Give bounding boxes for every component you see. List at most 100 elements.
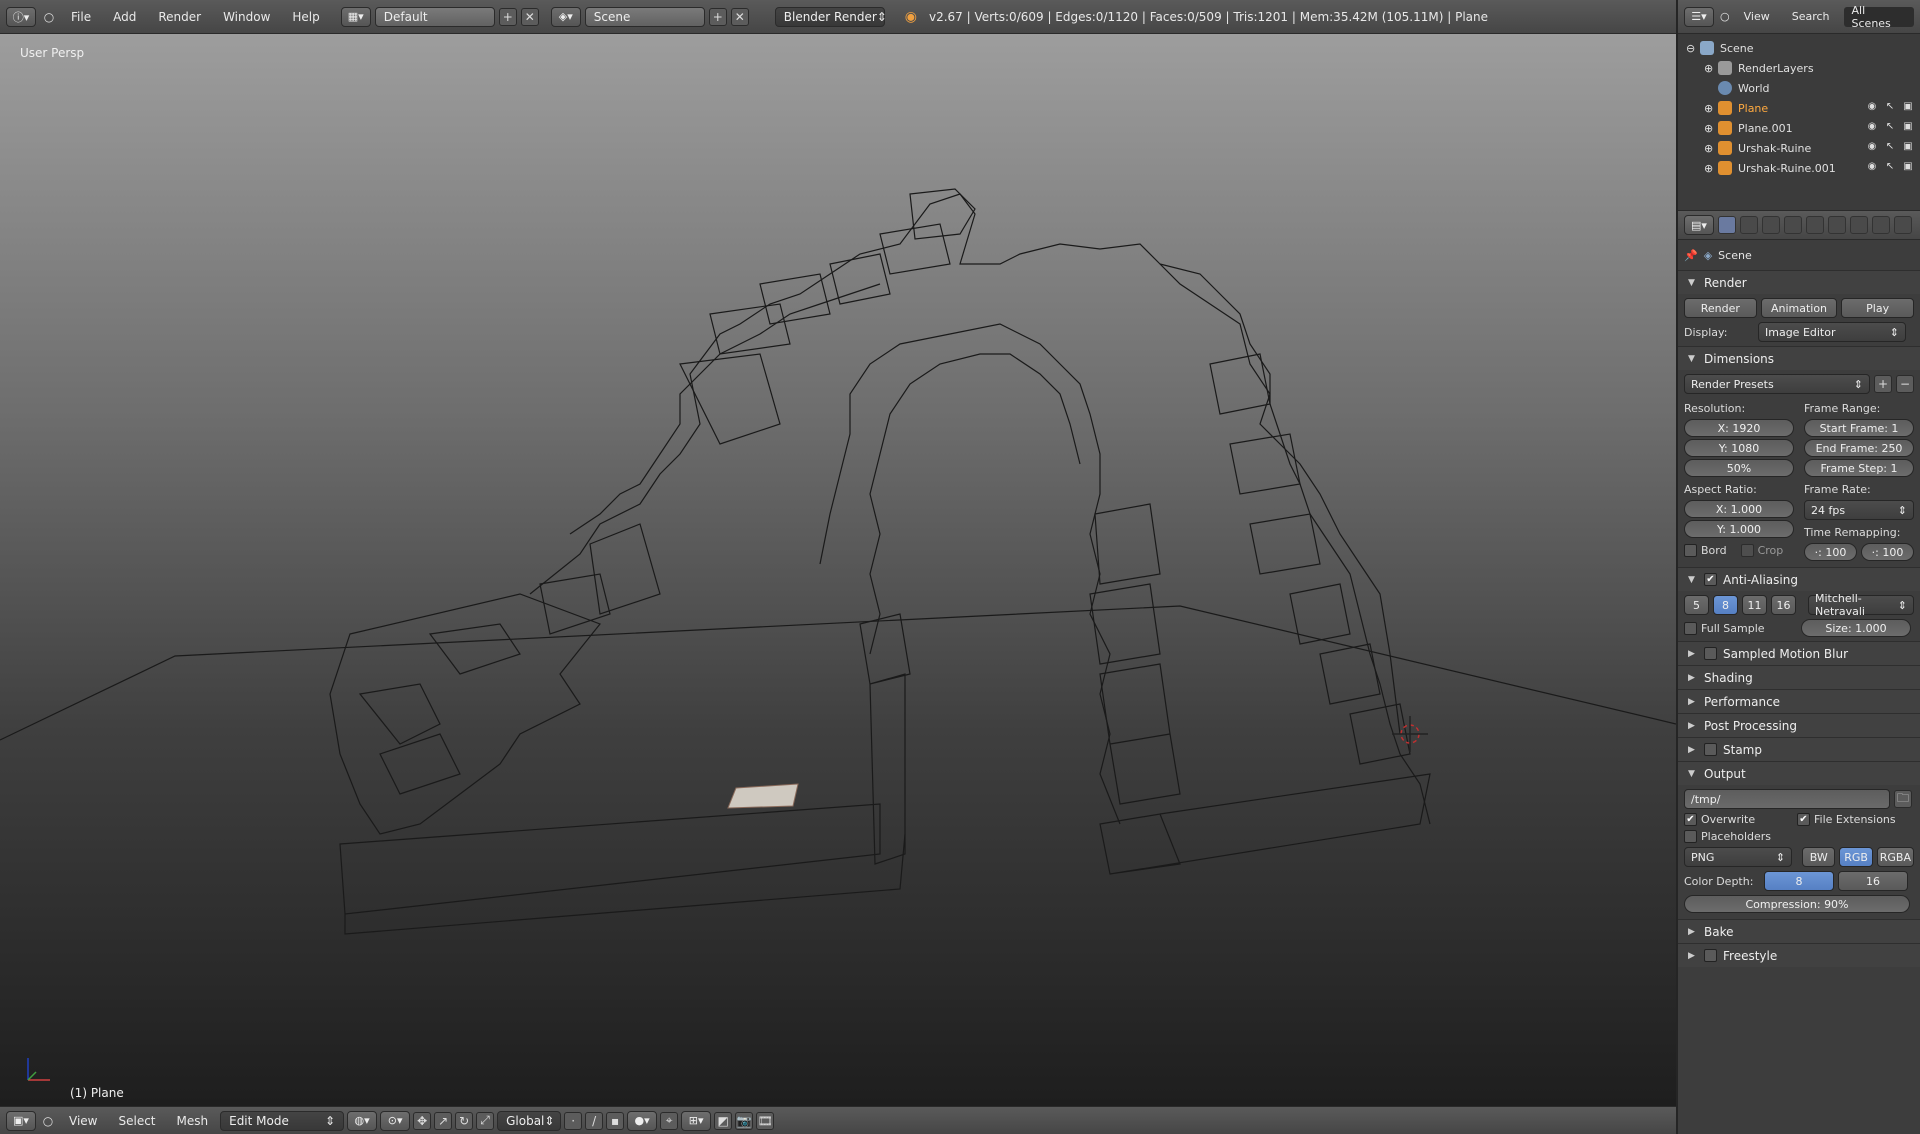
overwrite-checkbox[interactable]: ✔	[1684, 813, 1697, 826]
scene-name-field[interactable]: Scene	[584, 6, 705, 27]
aa-samples-11[interactable]: 11	[1742, 595, 1767, 615]
animation-button[interactable]: Animation	[1760, 298, 1838, 318]
start-frame-field[interactable]: Start Frame: 1	[1804, 419, 1914, 437]
world-tab-icon[interactable]	[1784, 216, 1802, 234]
expand-icon[interactable]: ⊖	[1686, 42, 1700, 55]
output-path-field[interactable]: /tmp/	[1684, 789, 1890, 809]
color-rgba-button[interactable]: RGBA	[1876, 847, 1914, 867]
expand-icon[interactable]: ⊕	[1704, 122, 1718, 135]
collapse-menu-icon[interactable]: ○	[1720, 10, 1730, 23]
color-depth-8-button[interactable]: 8	[1764, 871, 1834, 891]
scene-close-icon[interactable]: ✕	[730, 7, 749, 26]
panel-shading-header[interactable]: ▶ Shading	[1678, 665, 1920, 689]
frame-step-field[interactable]: Frame Step: 1	[1804, 459, 1914, 477]
menu-mesh[interactable]: Mesh	[168, 1114, 218, 1128]
face-select-mode-icon[interactable]: ▪	[606, 1111, 625, 1130]
preset-add-icon[interactable]: +	[1874, 375, 1892, 393]
manipulator-toggle-icon[interactable]: ✥	[413, 1111, 432, 1130]
placeholders-checkbox[interactable]	[1684, 830, 1697, 843]
material-tab-icon[interactable]	[1894, 216, 1912, 234]
render-button[interactable]: Render	[1684, 298, 1757, 318]
outliner-menu-search[interactable]: Search	[1784, 10, 1838, 23]
aspect-y-field[interactable]: Y: 1.000	[1684, 520, 1794, 538]
panel-post-processing-header[interactable]: ▶ Post Processing	[1678, 713, 1920, 737]
remap-old-field[interactable]: ·: 100	[1804, 543, 1857, 561]
scene-browse-button[interactable]: ◈▾	[550, 6, 581, 27]
vertex-select-mode-icon[interactable]: ·	[564, 1111, 583, 1130]
panel-freestyle-header[interactable]: ▶ Freestyle	[1678, 943, 1920, 967]
menu-select[interactable]: Select	[109, 1114, 164, 1128]
panel-output-header[interactable]: ▼ Output	[1678, 761, 1920, 785]
frame-rate-select[interactable]: 24 fps ⇕	[1804, 500, 1914, 520]
expand-icon[interactable]: ⊕	[1704, 162, 1718, 175]
3d-viewport[interactable]: User Persp (1) Plane	[0, 34, 1676, 1106]
expand-icon[interactable]: ⊕	[1704, 102, 1718, 115]
preset-remove-icon[interactable]: −	[1896, 375, 1914, 393]
aa-samples-5[interactable]: 5	[1684, 595, 1709, 615]
opengl-render-icon[interactable]: ◩	[714, 1111, 733, 1130]
layout-name-field[interactable]: Default	[374, 6, 495, 27]
render-tab-icon[interactable]	[1718, 216, 1736, 234]
visibility-eye-icon[interactable]: ◉	[1866, 141, 1878, 153]
aa-filter-select[interactable]: Mitchell-Netravali ⇕	[1808, 592, 1914, 618]
play-button[interactable]: Play	[1841, 298, 1914, 318]
viewport-shading-button[interactable]: ◍▾	[347, 1110, 378, 1131]
translate-manipulator-icon[interactable]: ↗	[434, 1111, 453, 1130]
color-rgb-button[interactable]: RGB	[1839, 847, 1873, 867]
outliner-editor-type-button[interactable]: ☰▾	[1684, 6, 1714, 27]
panel-stamp-header[interactable]: ▶ Stamp	[1678, 737, 1920, 761]
compression-slider[interactable]: Compression: 90%	[1684, 895, 1910, 913]
resolution-percent-field[interactable]: 50%	[1684, 459, 1794, 477]
panel-performance-header[interactable]: ▶ Performance	[1678, 689, 1920, 713]
modifiers-tab-icon[interactable]	[1850, 216, 1868, 234]
aa-samples-16[interactable]: 16	[1771, 595, 1796, 615]
menu-help[interactable]: Help	[283, 10, 328, 24]
select-arrow-icon[interactable]: ↖	[1884, 141, 1896, 153]
display-select[interactable]: Image Editor ⇕	[1758, 322, 1906, 342]
transform-orientation-select[interactable]: Global ⇕	[497, 1110, 562, 1131]
render-camera-icon[interactable]: ▣	[1902, 161, 1914, 173]
panel-dimensions-header[interactable]: ▼ Dimensions	[1678, 346, 1920, 370]
layout-close-icon[interactable]: ✕	[520, 7, 539, 26]
render-camera-icon[interactable]: ▣	[1902, 121, 1914, 133]
rotate-manipulator-icon[interactable]: ↻	[455, 1111, 474, 1130]
scene-tab-icon[interactable]	[1762, 216, 1780, 234]
render-engine-select[interactable]: Blender Render ⇕	[774, 6, 887, 27]
folder-browse-icon[interactable]: 🗀	[1894, 790, 1912, 808]
render-camera-icon[interactable]: ▣	[1902, 101, 1914, 113]
motion-blur-checkbox[interactable]	[1704, 647, 1717, 660]
layout-add-icon[interactable]: +	[498, 7, 517, 26]
full-sample-checkbox[interactable]	[1684, 621, 1697, 635]
scene-add-icon[interactable]: +	[708, 7, 727, 26]
outliner-item-world[interactable]: World	[1678, 78, 1920, 98]
border-checkbox[interactable]	[1684, 544, 1697, 557]
interaction-mode-select[interactable]: Edit Mode ⇕	[220, 1110, 345, 1131]
freestyle-checkbox[interactable]	[1704, 949, 1717, 962]
select-arrow-icon[interactable]: ↖	[1884, 101, 1896, 113]
visibility-eye-icon[interactable]: ◉	[1866, 101, 1878, 113]
file-extensions-checkbox[interactable]: ✔	[1797, 813, 1810, 826]
select-arrow-icon[interactable]: ↖	[1884, 161, 1896, 173]
panel-sampled-motion-blur-header[interactable]: ▶ Sampled Motion Blur	[1678, 641, 1920, 665]
color-bw-button[interactable]: BW	[1802, 847, 1836, 867]
3d-view-editor-type-button[interactable]: ▣▾	[6, 1110, 36, 1131]
aa-size-field[interactable]: Size: 1.000	[1801, 619, 1911, 637]
file-format-select[interactable]: PNG ⇕	[1684, 847, 1793, 867]
aspect-x-field[interactable]: X: 1.000	[1684, 500, 1794, 518]
render-still-icon[interactable]: 📷	[735, 1111, 754, 1130]
properties-editor-type-button[interactable]: ▤▾	[1684, 215, 1714, 235]
constraints-tab-icon[interactable]	[1828, 216, 1846, 234]
layout-browse-button[interactable]: ▦▾	[340, 6, 371, 27]
visibility-eye-icon[interactable]: ◉	[1866, 161, 1878, 173]
menu-view[interactable]: View	[60, 1114, 106, 1128]
outliner-item-scene[interactable]: ⊖ Scene	[1678, 38, 1920, 58]
proportional-edit-button[interactable]: ●▾	[627, 1110, 658, 1131]
color-depth-16-button[interactable]: 16	[1838, 871, 1908, 891]
snap-element-button[interactable]: ⊞▾	[681, 1110, 712, 1131]
panel-anti-aliasing-header[interactable]: ▼ ✔ Anti-Aliasing	[1678, 567, 1920, 591]
end-frame-field[interactable]: End Frame: 250	[1804, 439, 1914, 457]
panel-bake-header[interactable]: ▶ Bake	[1678, 919, 1920, 943]
remap-new-field[interactable]: ·: 100	[1861, 543, 1914, 561]
menu-render[interactable]: Render	[149, 10, 210, 24]
panel-render-header[interactable]: ▼ Render	[1678, 270, 1920, 294]
